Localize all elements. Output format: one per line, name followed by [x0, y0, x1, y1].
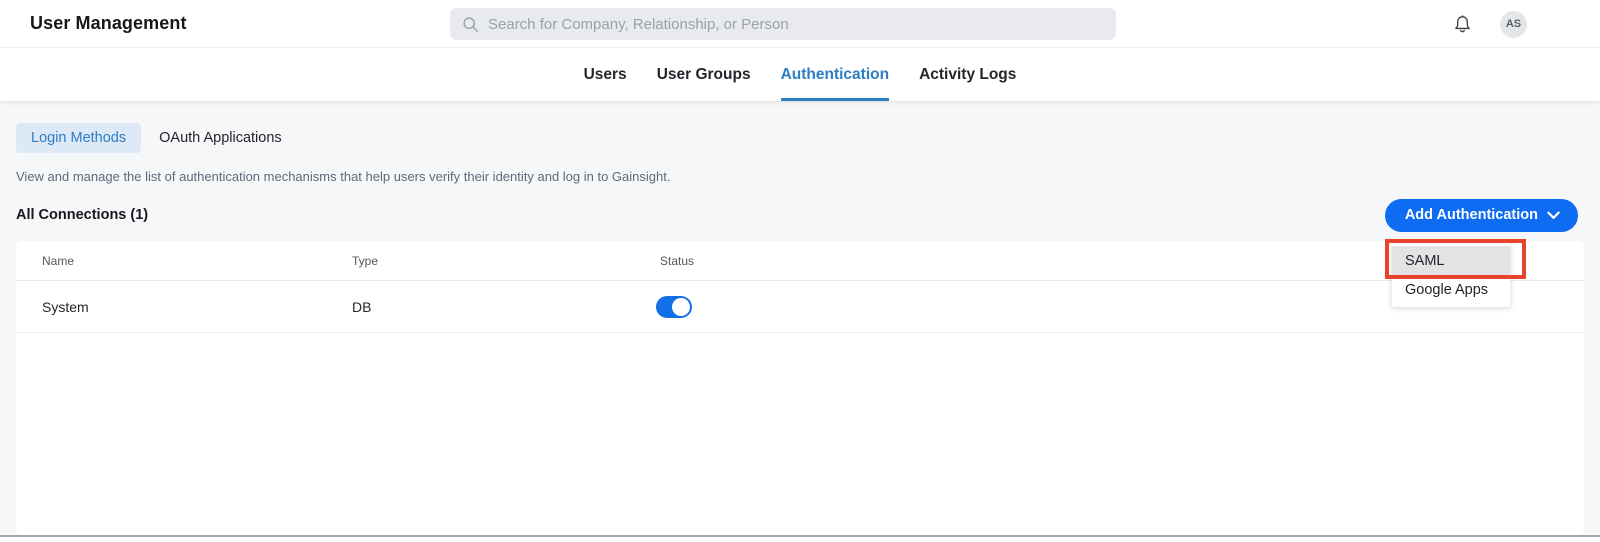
page-title: User Management: [30, 13, 187, 33]
subtab-login-methods[interactable]: Login Methods: [16, 123, 142, 153]
add-authentication-label: Add Authentication: [1404, 207, 1538, 223]
connections-table: Name Type Status System DB: [16, 241, 1584, 535]
page-description: View and manage the list of authenticati…: [16, 169, 671, 184]
dropdown-item-google-apps-label: Google Apps: [1405, 281, 1489, 298]
cell-name: System: [42, 298, 89, 315]
tab-activity-logs[interactable]: Activity Logs: [919, 48, 1016, 101]
notifications-button[interactable]: [1450, 12, 1474, 36]
status-toggle[interactable]: [656, 295, 692, 318]
section-header-row: All Connections (1) Add Authentication: [16, 198, 1584, 232]
main-tabs: Users User Groups Authentication Activit…: [0, 48, 1600, 102]
sub-tabs: Login Methods OAuth Applications: [16, 122, 1584, 154]
search-placeholder: Search for Company, Relationship, or Per…: [488, 15, 789, 33]
top-bar-actions: AS: [1450, 0, 1527, 48]
add-authentication-button[interactable]: Add Authentication: [1384, 198, 1578, 232]
tab-users[interactable]: Users: [584, 48, 627, 101]
table-row: System DB: [16, 281, 1584, 333]
chevron-down-icon: [1547, 211, 1560, 219]
search-icon: [463, 16, 479, 32]
global-search-input[interactable]: Search for Company, Relationship, or Per…: [450, 8, 1116, 40]
bell-icon: [1454, 14, 1470, 32]
tab-user-groups[interactable]: User Groups: [657, 48, 751, 101]
cell-type: DB: [352, 298, 372, 315]
content-area: Login Methods OAuth Applications View an…: [0, 102, 1600, 535]
top-bar: User Management Search for Company, Rela…: [0, 0, 1600, 48]
window-footer-space: [0, 537, 1600, 542]
add-authentication-dropdown: SAML Google Apps: [1385, 239, 1526, 307]
dropdown-item-saml[interactable]: SAML: [1385, 239, 1526, 279]
page: User Management Search for Company, Rela…: [0, 0, 1600, 542]
dropdown-item-google-apps[interactable]: Google Apps: [1392, 275, 1510, 304]
subtab-oauth-applications[interactable]: OAuth Applications: [157, 123, 284, 153]
tab-authentication[interactable]: Authentication: [780, 48, 890, 101]
avatar[interactable]: AS: [1500, 10, 1527, 38]
section-title: All Connections (1): [16, 207, 149, 223]
dropdown-item-saml-label: SAML: [1405, 252, 1445, 269]
table-header-row: Name Type Status: [16, 241, 1584, 281]
toggle-knob: [672, 297, 690, 316]
column-header-type: Type: [352, 253, 379, 268]
column-header-name: Name: [42, 253, 75, 268]
